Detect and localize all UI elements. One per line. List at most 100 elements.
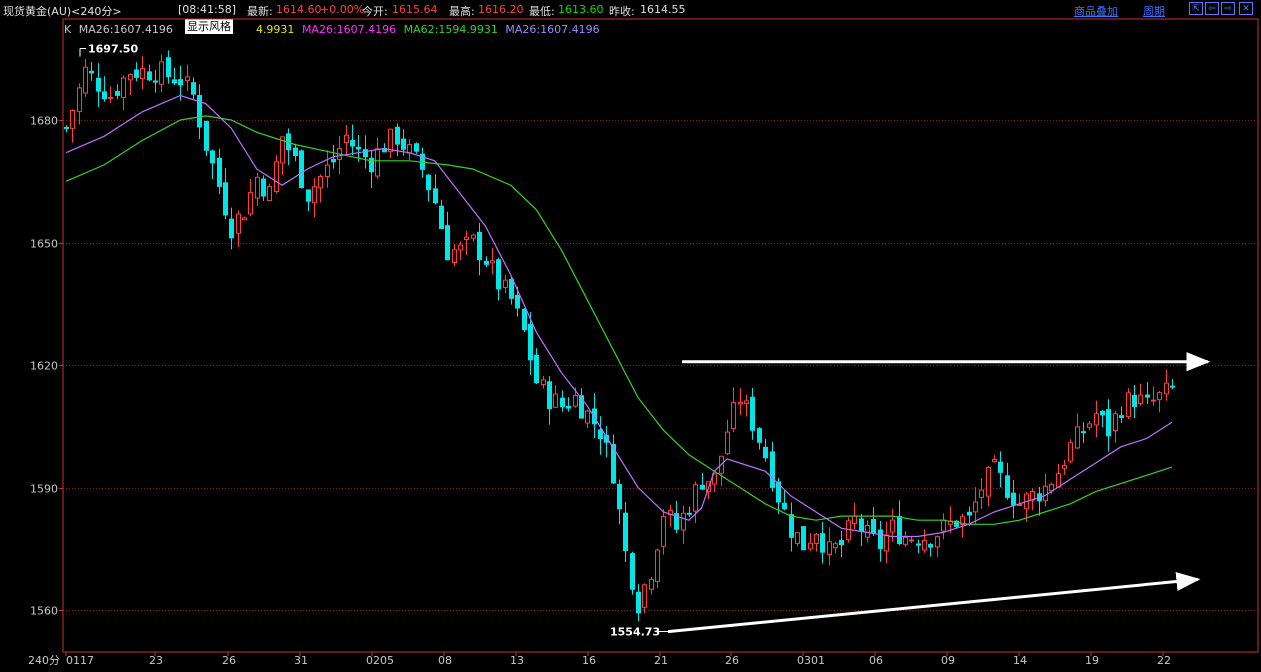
candle-down	[515, 294, 520, 309]
ma26-line	[65, 94, 1173, 538]
candle-down	[1011, 492, 1016, 506]
candle-down	[566, 405, 571, 409]
candle-up	[661, 516, 666, 547]
candle-down	[395, 126, 400, 145]
candle-down	[293, 147, 298, 157]
candle-up	[471, 234, 476, 239]
candle-up	[1164, 382, 1169, 395]
candle-up	[344, 134, 349, 144]
candle-down	[210, 150, 215, 164]
candle-up	[77, 87, 82, 113]
candle-up	[833, 543, 838, 549]
candle-down	[782, 502, 787, 510]
candle-down	[820, 533, 825, 553]
candle-up	[1151, 399, 1156, 402]
candle-up	[375, 148, 380, 177]
candle-down	[426, 174, 431, 190]
candle-up	[503, 279, 508, 288]
candle-down	[153, 80, 158, 83]
candle-up	[236, 213, 241, 234]
ma-lines	[65, 94, 1173, 538]
candle-up	[128, 74, 133, 81]
candle-down	[928, 544, 933, 548]
x-tick-label: 16	[582, 654, 596, 667]
candle-up	[248, 192, 253, 215]
candle-down	[916, 543, 921, 546]
candle-down	[496, 259, 501, 290]
price-chart[interactable]: 1560 1590 1620 1650 1680 240分 0117 23 26 31 0205 08…	[0, 0, 1261, 672]
candle-down	[178, 79, 183, 86]
candle-up	[744, 400, 749, 405]
candle-up	[490, 260, 495, 264]
x-tick-label: 22	[1157, 654, 1171, 667]
candle-down	[306, 189, 311, 202]
candles	[64, 50, 1175, 622]
x-tick-label: 14	[1013, 654, 1027, 667]
candle-up	[1087, 423, 1092, 428]
candle-up	[865, 524, 870, 538]
candle-down	[223, 182, 228, 216]
candle-up	[585, 410, 590, 424]
candle-down	[166, 57, 171, 78]
candle-up	[852, 515, 857, 524]
y-tick-label: 1620	[30, 360, 58, 373]
candle-up	[979, 489, 984, 498]
candle-up	[935, 536, 940, 548]
candle-up	[140, 67, 145, 80]
candle-down	[859, 518, 864, 532]
candle-down	[509, 278, 514, 299]
candle-down	[172, 79, 177, 84]
candle-down	[757, 428, 762, 443]
candle-down	[623, 512, 628, 551]
candle-down	[134, 69, 139, 78]
candle-down	[299, 150, 304, 189]
candle-down	[147, 71, 152, 81]
candle-up	[159, 61, 164, 85]
candle-up	[681, 512, 686, 531]
candle-up	[242, 217, 247, 221]
candle-down	[477, 231, 482, 261]
candle-up	[464, 236, 469, 240]
candle-down	[534, 354, 539, 384]
x-tick-label: 23	[149, 654, 163, 667]
candle-down	[64, 126, 69, 129]
candle-down	[967, 511, 972, 516]
candle-up	[1157, 392, 1162, 401]
candle-down	[560, 397, 565, 408]
candle-down	[687, 512, 692, 515]
high-label: 1697.50	[88, 43, 138, 56]
candle-down	[89, 70, 94, 74]
candle-up	[992, 458, 997, 463]
candle-down	[528, 323, 533, 361]
candle-up	[1094, 413, 1099, 426]
candle-up	[70, 110, 75, 129]
x-tick-label: 26	[222, 654, 236, 667]
candle-down	[789, 514, 794, 538]
candle-up	[274, 161, 279, 192]
candle-up	[388, 128, 393, 153]
candle-down	[439, 205, 444, 229]
candle-up	[1113, 413, 1118, 432]
candle-up	[108, 96, 113, 99]
candle-up	[1138, 394, 1143, 405]
candle-down	[630, 553, 635, 590]
candle-up	[458, 244, 463, 251]
support-arrow	[667, 571, 1201, 634]
candle-up	[808, 542, 813, 550]
candle-up	[655, 549, 660, 583]
candle-down	[598, 429, 603, 439]
candle-down	[897, 516, 902, 545]
candle-down	[445, 225, 450, 261]
candle-up	[312, 186, 317, 204]
y-tick-label: 1560	[30, 605, 58, 618]
candle-down	[878, 529, 883, 549]
candle-down	[197, 94, 202, 128]
x-tick-label: 19	[1085, 654, 1099, 667]
low-label: 1554.73	[610, 626, 660, 639]
candle-down	[204, 120, 209, 151]
annotations: 1697.50 1554.73	[79, 43, 670, 639]
candle-down	[261, 178, 266, 197]
candle-up	[649, 578, 654, 590]
candle-up	[407, 144, 412, 154]
x-tick-label: 31	[294, 654, 308, 667]
